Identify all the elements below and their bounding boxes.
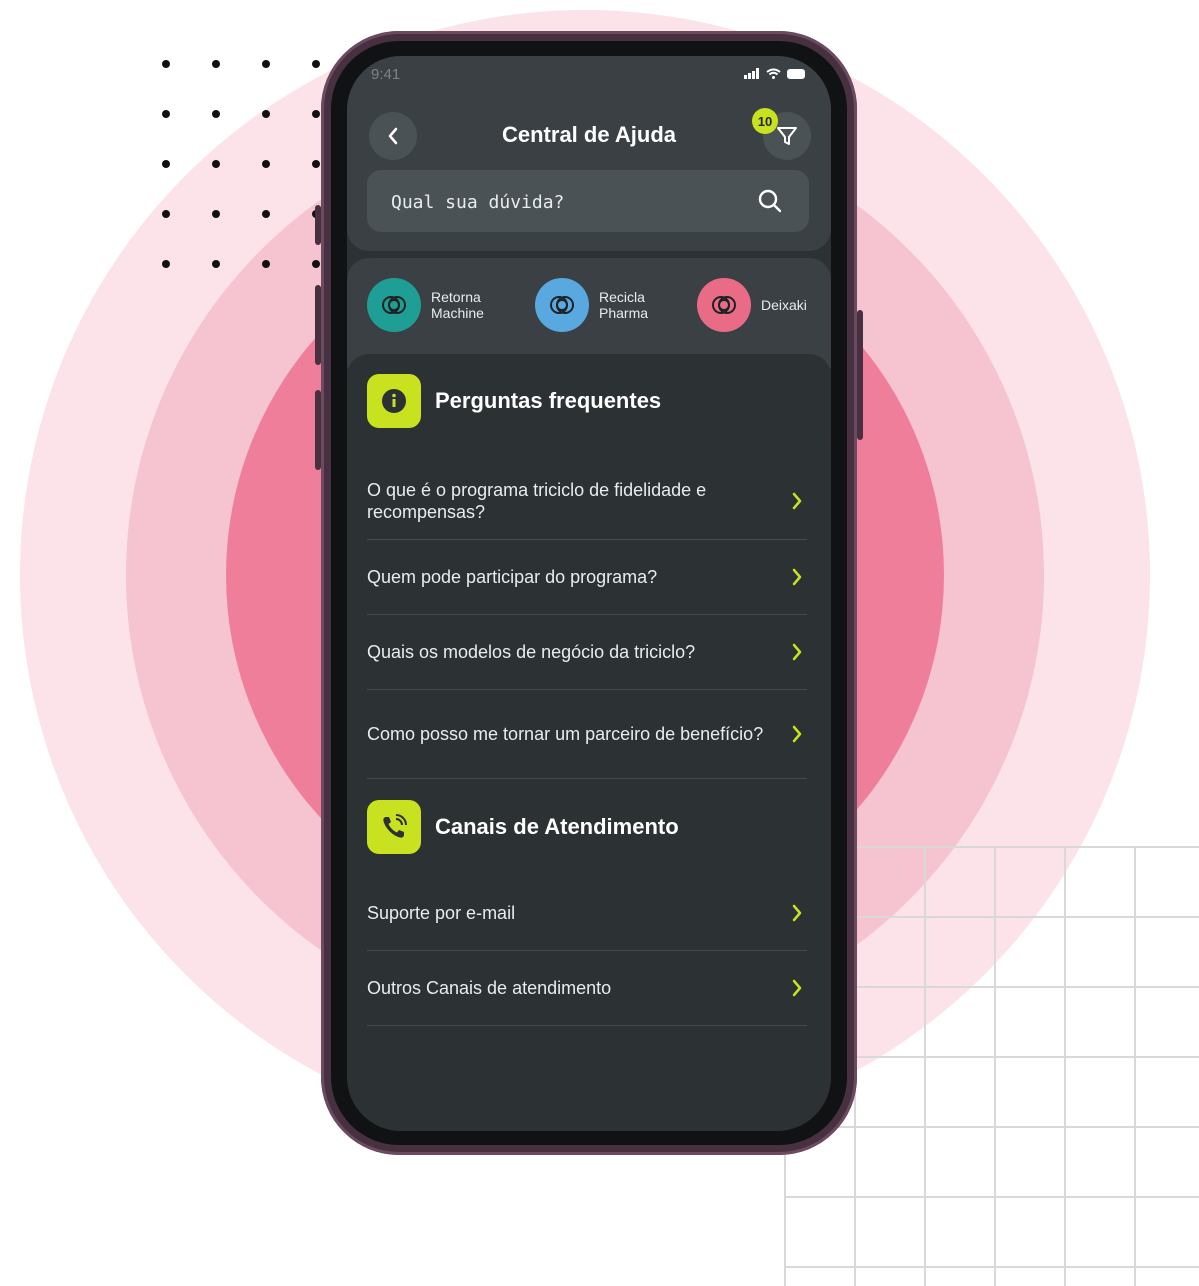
chevron-right-icon bbox=[787, 724, 807, 744]
chevron-right-icon bbox=[787, 642, 807, 662]
dot bbox=[262, 110, 270, 118]
brand-logo-icon bbox=[697, 278, 751, 332]
dot bbox=[162, 210, 170, 218]
brand-logo-icon bbox=[367, 278, 421, 332]
wifi-icon bbox=[766, 68, 781, 79]
content-panel: Perguntas frequentes O que é o programa … bbox=[347, 354, 831, 1131]
dot bbox=[162, 260, 170, 268]
header: 9:41 Central de Ajuda 10 Qual sua dúvida… bbox=[347, 56, 831, 251]
phone-icon bbox=[367, 800, 421, 854]
support-section-header: Canais de Atendimento bbox=[367, 800, 679, 854]
dot bbox=[312, 260, 320, 268]
filter-count-badge: 10 bbox=[752, 108, 778, 134]
dot bbox=[312, 60, 320, 68]
dot bbox=[312, 110, 320, 118]
dot-pattern bbox=[162, 60, 332, 280]
dot bbox=[262, 210, 270, 218]
dot bbox=[312, 160, 320, 168]
brand-label: Recicla Pharma bbox=[599, 289, 649, 321]
brand-selector: Retorna Machine Recicla Pharma Deixaki bbox=[347, 258, 831, 368]
faq-section-header: Perguntas frequentes bbox=[367, 374, 661, 428]
brand-deixaki[interactable]: Deixaki bbox=[697, 278, 807, 332]
dot bbox=[212, 210, 220, 218]
status-icons bbox=[744, 68, 807, 79]
chevron-right-icon bbox=[787, 978, 807, 998]
faq-item[interactable]: Como posso me tornar um parceiro de bene… bbox=[367, 690, 807, 779]
dot bbox=[262, 160, 270, 168]
faq-item-label: Como posso me tornar um parceiro de bene… bbox=[367, 724, 764, 744]
faq-item-label: Quem pode participar do programa? bbox=[367, 567, 658, 587]
faq-item[interactable]: O que é o programa triciclo de fidelidad… bbox=[367, 462, 807, 540]
faq-item[interactable]: Quem pode participar do programa? bbox=[367, 540, 807, 615]
chevron-right-icon bbox=[787, 491, 807, 511]
search-icon[interactable] bbox=[757, 188, 783, 214]
brand-logo-icon bbox=[535, 278, 589, 332]
support-item[interactable]: Suporte por e-mail bbox=[367, 876, 807, 951]
battery-icon bbox=[787, 68, 805, 79]
dot bbox=[162, 160, 170, 168]
dot bbox=[162, 110, 170, 118]
info-icon bbox=[367, 374, 421, 428]
brand-retorna-machine[interactable]: Retorna Machine bbox=[367, 278, 484, 332]
search-bar bbox=[367, 170, 809, 234]
support-item-label: Suporte por e-mail bbox=[367, 903, 516, 923]
faq-section-title: Perguntas frequentes bbox=[435, 388, 662, 413]
brand-label: Retorna Machine bbox=[431, 289, 484, 321]
dot bbox=[162, 60, 170, 68]
search-input[interactable] bbox=[389, 170, 733, 234]
phone-side-button bbox=[857, 310, 863, 440]
support-item[interactable]: Outros Canais de atendimento bbox=[367, 951, 807, 1026]
app-screen: 9:41 Central de Ajuda 10 Qual sua dúvida… bbox=[347, 56, 831, 1131]
signal-icon bbox=[744, 68, 759, 79]
support-item-label: Outros Canais de atendimento bbox=[367, 978, 612, 998]
dot bbox=[262, 60, 270, 68]
dot bbox=[212, 60, 220, 68]
brand-recicla-pharma[interactable]: Recicla Pharma bbox=[535, 278, 648, 332]
dot bbox=[212, 110, 220, 118]
faq-item[interactable]: Quais os modelos de negócio da triciclo? bbox=[367, 615, 807, 690]
faq-item-label: O que é o programa triciclo de fidelidad… bbox=[367, 479, 707, 522]
dot bbox=[212, 160, 220, 168]
support-section-title: Canais de Atendimento bbox=[435, 814, 679, 839]
status-time: 9:41 bbox=[371, 66, 401, 83]
faq-item-label: Quais os modelos de negócio da triciclo? bbox=[367, 642, 696, 662]
chevron-right-icon bbox=[787, 903, 807, 923]
dot bbox=[212, 260, 220, 268]
brand-label: Deixaki bbox=[761, 297, 807, 313]
filter-icon bbox=[777, 127, 797, 145]
chevron-right-icon bbox=[787, 567, 807, 587]
dot bbox=[262, 260, 270, 268]
